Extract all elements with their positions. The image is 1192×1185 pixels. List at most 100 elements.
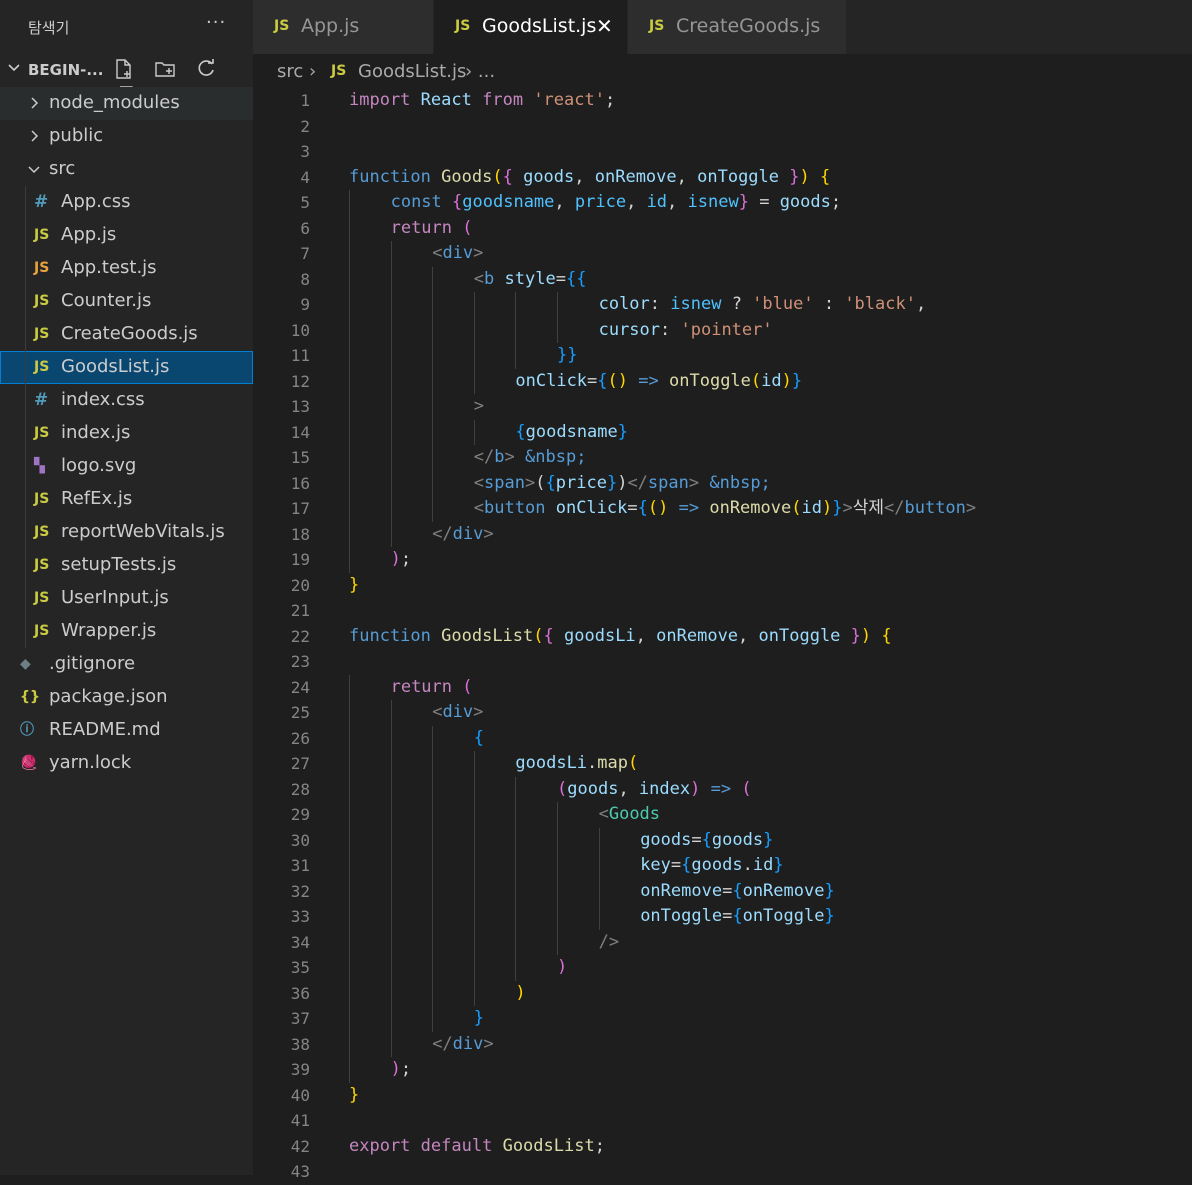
- indent-guide: [515, 776, 517, 802]
- code-line: 43: [253, 1159, 1192, 1185]
- indent-guide: [390, 980, 392, 1006]
- code-token: id: [646, 192, 668, 212]
- breadcrumb-folder[interactable]: src: [277, 61, 303, 82]
- tree-item[interactable]: JS Wrapper.js: [0, 615, 253, 648]
- tree-item[interactable]: JS RefEx.js: [0, 483, 253, 516]
- line-number: 1: [300, 91, 310, 110]
- close-icon[interactable]: ✕: [596, 14, 613, 38]
- tree-item[interactable]: ⓘ README.md: [0, 714, 253, 747]
- indent-guide: [390, 802, 392, 828]
- tree-item[interactable]: ▚ logo.svg: [0, 450, 253, 483]
- indent-guide: [598, 827, 600, 853]
- indent-guide: [473, 955, 475, 981]
- tree-item[interactable]: {} package.json: [0, 681, 253, 714]
- tree-item[interactable]: JS App.js: [0, 219, 253, 252]
- indent-guide: [25, 549, 26, 582]
- tree-item[interactable]: # App.css: [0, 186, 253, 219]
- tree-item[interactable]: JS reportWebVitals.js: [0, 516, 253, 549]
- tree-item[interactable]: JS index.js: [0, 417, 253, 450]
- tree-item[interactable]: src: [0, 153, 253, 186]
- indent-guide: [390, 904, 392, 930]
- code-token: style: [504, 268, 556, 289]
- line-number: 23: [290, 652, 310, 671]
- code-editor[interactable]: 1 import React from 'react'; 2 3 4 function G…: [253, 88, 1192, 1181]
- tree-item[interactable]: # index.css: [0, 384, 253, 417]
- code-line: 9 color: isnew ? 'blue' : 'black',: [253, 292, 1192, 318]
- code-text: color: isnew ? 'blue' : 'black',: [599, 292, 927, 318]
- tree-item[interactable]: public: [0, 120, 253, 153]
- code-token: (: [741, 778, 752, 799]
- tab-goodslist-js[interactable]: JS GoodsList.js ✕: [434, 0, 627, 54]
- indent-guide: [349, 394, 350, 420]
- json-file-icon: {}: [20, 689, 40, 705]
- info-file-icon: ⓘ: [20, 722, 34, 738]
- code-token: (): [607, 370, 629, 391]
- tree-item[interactable]: 🧶 yarn.lock: [0, 747, 253, 780]
- indent-guide: [349, 776, 350, 802]
- code-token: }: [738, 192, 749, 212]
- code-token: &nbsp;: [525, 447, 587, 467]
- indent-guide: [390, 470, 392, 496]
- indent-guide: [557, 292, 558, 318]
- indent-guide: [25, 450, 26, 483]
- js-file-icon: JS: [34, 623, 50, 639]
- code-token: button: [904, 498, 966, 518]
- project-header[interactable]: BEGIN-...: [0, 54, 253, 104]
- code-text: }: [474, 1006, 484, 1032]
- code-line: 34 />: [253, 929, 1192, 955]
- tree-item[interactable]: JS App.test.js: [0, 252, 253, 285]
- more-actions-icon[interactable]: ···: [206, 12, 226, 33]
- line-number: 32: [290, 881, 310, 901]
- code-text: function Goods({ goods, onRemove, onTogg…: [349, 165, 830, 191]
- code-line: 20}: [253, 573, 1192, 599]
- tree-item[interactable]: JS GoodsList.js: [0, 351, 253, 384]
- indent-guide: [473, 751, 475, 777]
- tree-item[interactable]: JS UserInput.js: [0, 582, 253, 615]
- tree-item[interactable]: JS setupTests.js: [0, 549, 253, 582]
- explorer-header: 탐색기 ···: [0, 0, 253, 54]
- js-file-icon: JS: [34, 524, 50, 540]
- tree-item[interactable]: node_modules: [0, 87, 253, 120]
- code-text: goods={goods}: [640, 828, 773, 854]
- indent-guide: [432, 292, 434, 318]
- tree-item-label: reportWebVitals.js: [61, 521, 225, 542]
- new-folder-icon[interactable]: [154, 58, 190, 84]
- tab-label: App.js: [301, 15, 360, 37]
- indent-guide: [390, 700, 392, 726]
- code-token: from: [482, 90, 524, 110]
- code-token: goods: [691, 855, 743, 875]
- code-text: goodsLi.map(: [515, 751, 638, 777]
- indent-guide: [390, 827, 392, 853]
- code-token: }: [763, 829, 774, 850]
- tree-item[interactable]: JS Counter.js: [0, 285, 253, 318]
- indent-guide: [473, 929, 475, 955]
- code-line: 4 function Goods({ goods, onRemove, onTog…: [253, 165, 1192, 191]
- tab-app-js[interactable]: JS App.js: [253, 0, 433, 54]
- indent-guide: [473, 419, 475, 445]
- indent-guide: [432, 470, 434, 496]
- tree-item[interactable]: JS CreateGoods.js: [0, 318, 253, 351]
- indent-guide: [515, 904, 517, 930]
- line-number: 34: [290, 932, 310, 952]
- new-file-icon[interactable]: [113, 58, 149, 84]
- code-token: <: [473, 498, 485, 518]
- breadcrumb-file[interactable]: GoodsList.js: [358, 61, 466, 82]
- code-token: }: [349, 1084, 360, 1105]
- breadcrumb-tail[interactable]: › ...: [465, 61, 495, 82]
- indent-guide: [515, 292, 517, 318]
- tab-creategoods-js[interactable]: JS CreateGoods.js: [628, 0, 846, 54]
- code-token: ): [799, 166, 810, 187]
- indent-guide: [515, 802, 517, 828]
- code-token: (: [557, 778, 568, 799]
- jsr-file-icon: JS: [34, 260, 50, 276]
- code-line: 12 onClick={() => onToggle(id)}: [253, 368, 1192, 394]
- indent-guide: [473, 343, 475, 369]
- refresh-icon[interactable]: [195, 58, 231, 84]
- indent-guide: [390, 394, 392, 420]
- chevron-down-icon[interactable]: [6, 59, 22, 79]
- tree-item[interactable]: ◆ .gitignore: [0, 648, 253, 681]
